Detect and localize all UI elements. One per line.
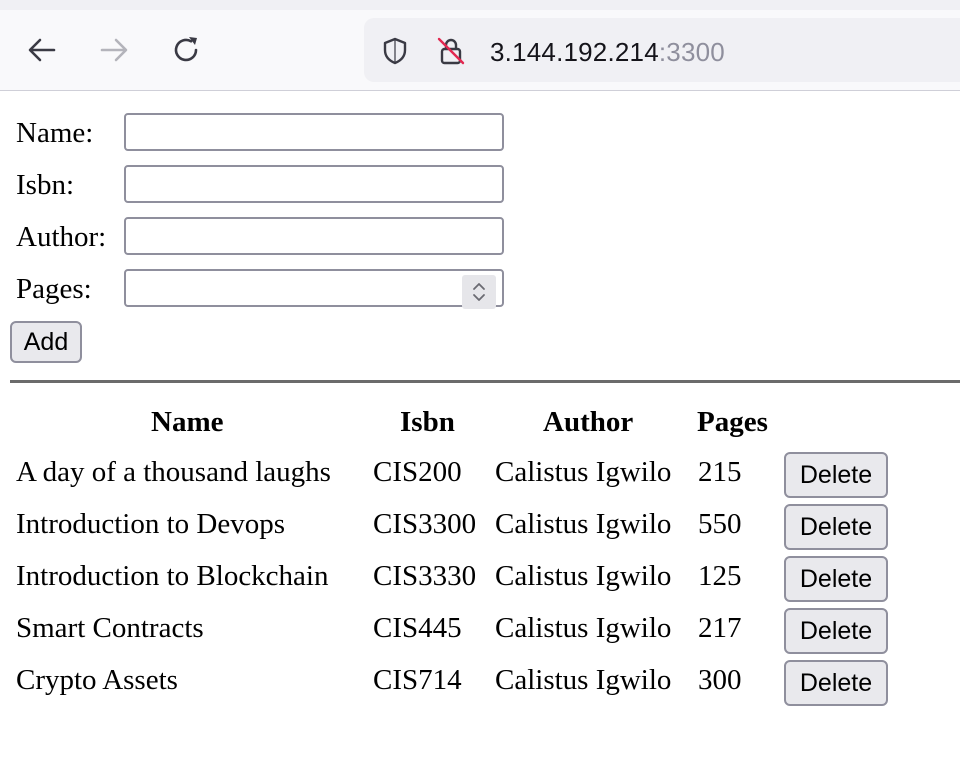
- header-name: Name: [151, 406, 224, 438]
- url-host: 3.144.192.214: [490, 37, 659, 67]
- delete-button[interactable]: Delete: [784, 504, 888, 550]
- cell-name: Crypto Assets: [16, 664, 178, 696]
- delete-button[interactable]: Delete: [784, 452, 888, 498]
- cell-author: Calistus Igwilo: [495, 560, 672, 592]
- isbn-label: Isbn:: [16, 169, 74, 201]
- cell-name: Introduction to Blockchain: [16, 560, 329, 592]
- isbn-input[interactable]: [124, 165, 504, 203]
- cell-pages: 215: [698, 456, 742, 488]
- cell-pages: 217: [698, 612, 742, 644]
- reload-button[interactable]: [168, 32, 204, 68]
- pages-spinner[interactable]: [462, 275, 496, 309]
- spinner-arrows-icon: [473, 283, 485, 301]
- cell-author: Calistus Igwilo: [495, 456, 672, 488]
- cell-isbn: CIS3300: [373, 508, 477, 540]
- name-input[interactable]: [124, 113, 504, 151]
- header-isbn: Isbn: [400, 406, 455, 438]
- shield-icon[interactable]: [380, 36, 410, 66]
- browser-tab-strip: [0, 0, 960, 10]
- cell-isbn: CIS714: [373, 664, 462, 696]
- cell-author: Calistus Igwilo: [495, 508, 672, 540]
- name-label: Name:: [16, 117, 94, 149]
- pages-label: Pages:: [16, 273, 92, 305]
- forward-arrow-icon: [100, 38, 128, 62]
- add-button[interactable]: Add: [10, 321, 82, 363]
- back-arrow-icon: [28, 38, 56, 62]
- cell-name: A day of a thousand laughs: [16, 456, 331, 488]
- cell-author: Calistus Igwilo: [495, 612, 672, 644]
- address-bar[interactable]: 3.144.192.214:3300: [364, 18, 960, 82]
- url-port: :3300: [658, 37, 725, 67]
- author-label: Author:: [16, 221, 107, 253]
- back-button[interactable]: [24, 32, 60, 68]
- cell-isbn: CIS200: [373, 456, 462, 488]
- pages-input[interactable]: [124, 269, 504, 309]
- cell-isbn: CIS3330: [373, 560, 477, 592]
- cell-author: Calistus Igwilo: [495, 664, 672, 696]
- insecure-lock-icon[interactable]: [436, 36, 466, 66]
- reload-icon: [174, 37, 198, 62]
- cell-isbn: CIS445: [373, 612, 462, 644]
- forward-button[interactable]: [96, 32, 132, 68]
- cell-name: Smart Contracts: [16, 612, 204, 644]
- delete-button[interactable]: Delete: [784, 660, 888, 706]
- cell-pages: 125: [698, 560, 742, 592]
- header-author: Author: [543, 406, 634, 438]
- delete-button[interactable]: Delete: [784, 556, 888, 602]
- cell-pages: 550: [698, 508, 742, 540]
- horizontal-rule: [10, 380, 960, 383]
- cell-pages: 300: [698, 664, 742, 696]
- browser-toolbar: 3.144.192.214:3300: [0, 10, 960, 91]
- header-pages: Pages: [697, 406, 768, 438]
- delete-button[interactable]: Delete: [784, 608, 888, 654]
- author-input[interactable]: [124, 217, 504, 255]
- url-text: 3.144.192.214:3300: [490, 37, 725, 68]
- cell-name: Introduction to Devops: [16, 508, 286, 540]
